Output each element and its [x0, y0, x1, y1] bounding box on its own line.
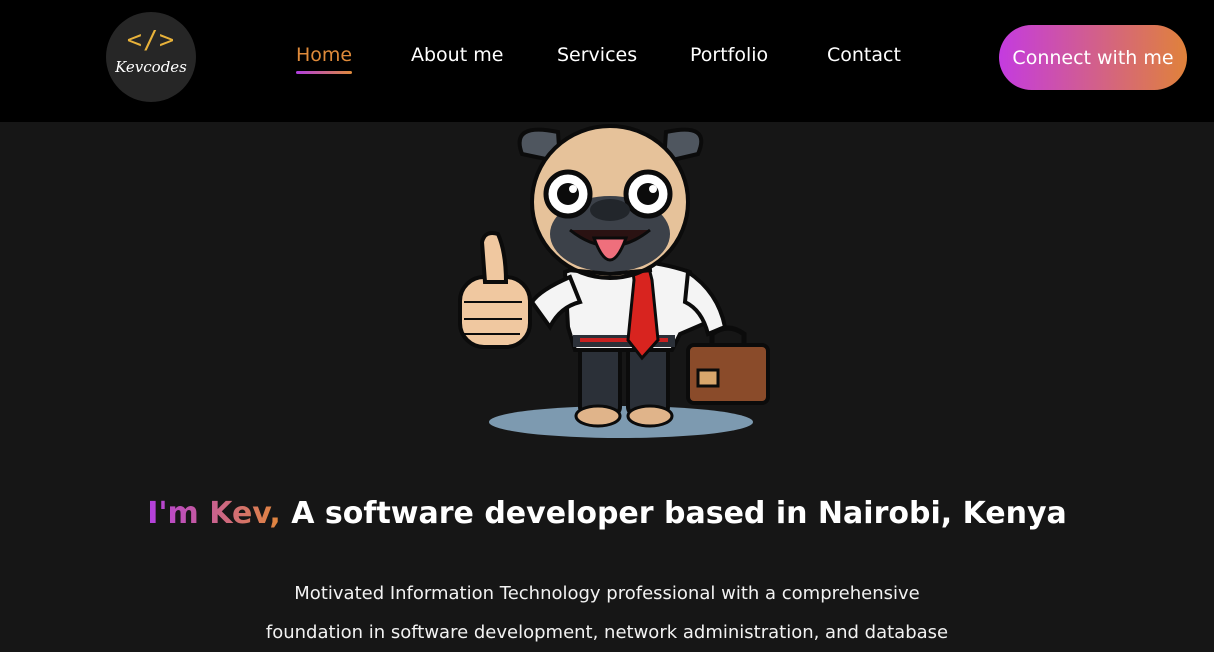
hero-headline-text: A software developer based in Nairobi, K… [291, 496, 1067, 532]
bio-line: foundation in software development, netw… [265, 622, 949, 643]
nav-portfolio[interactable]: Portfolio [690, 44, 768, 66]
hero-greeting: I'm Kev, [147, 496, 281, 532]
code-brackets-icon: </> [126, 25, 176, 54]
nav-about-me[interactable]: About me [411, 44, 503, 66]
bio-line: Motivated Information Technology profess… [294, 583, 920, 604]
pug-mascot-illustration [458, 124, 770, 438]
connect-with-me-button[interactable]: Connect with me [999, 25, 1187, 90]
nav-contact[interactable]: Contact [827, 44, 901, 66]
nav-home[interactable]: Home [296, 44, 353, 74]
kevcodes-logo[interactable]: </> Kevcodes [106, 12, 196, 102]
navbar: </> Kevcodes Home About me Services Port… [0, 0, 1214, 122]
nav-home-label: Home [296, 44, 353, 66]
active-nav-underline [296, 71, 353, 74]
hero-bio: Motivated Information Technology profess… [0, 574, 1214, 652]
logo-text: Kevcodes [115, 58, 187, 76]
hero-headline: I'm Kev, A software developer based in N… [0, 496, 1214, 531]
nav-services[interactable]: Services [557, 44, 637, 66]
